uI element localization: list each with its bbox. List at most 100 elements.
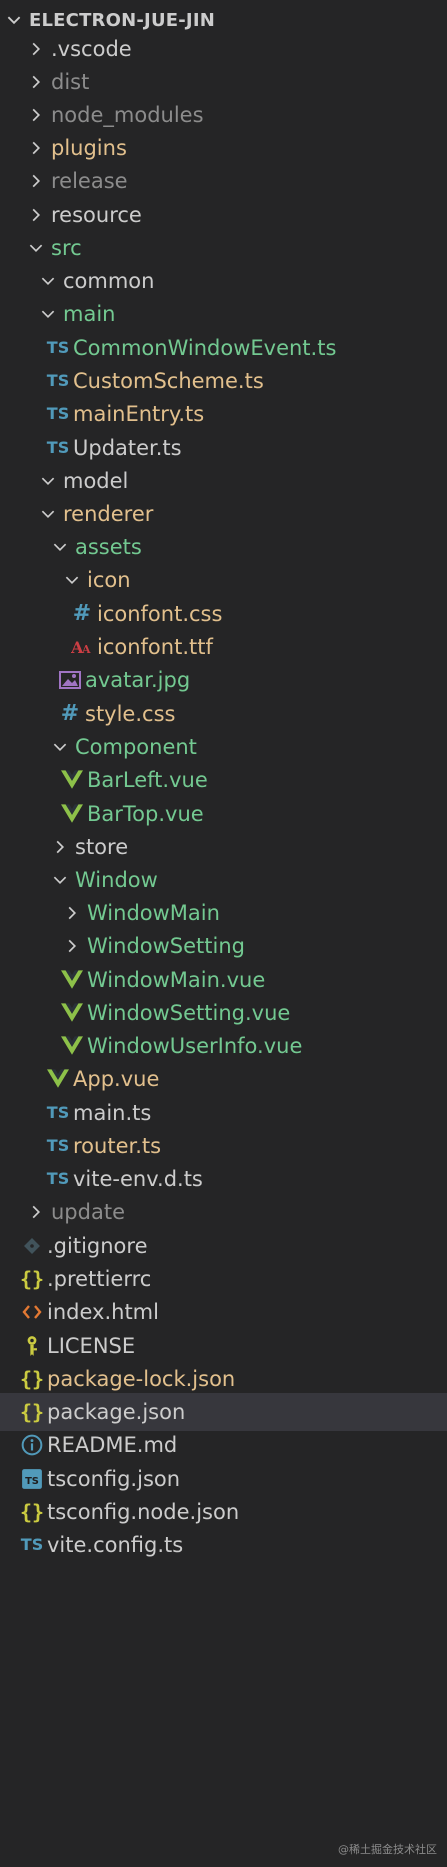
chevron-down-icon bbox=[36, 269, 60, 293]
tree-item-label: store bbox=[75, 834, 129, 859]
tree-item-label: icon bbox=[87, 567, 131, 592]
tree-item-label: WindowSetting bbox=[87, 933, 245, 958]
chevron-down-icon bbox=[36, 469, 60, 493]
tree-item-label: main bbox=[63, 301, 116, 326]
explorer-root-title: ELECTRON-JUE-JIN bbox=[29, 9, 215, 31]
tree-item-label: dist bbox=[51, 69, 90, 94]
typescript-icon: TS bbox=[46, 371, 70, 390]
tree-item-label: src bbox=[51, 235, 82, 260]
tree-item-label: style.css bbox=[85, 701, 176, 726]
json-braces-icon: {} bbox=[19, 1500, 45, 1524]
tree-item-label: vite.config.ts bbox=[47, 1532, 184, 1557]
tree-item-windowsetting[interactable]: WindowSetting bbox=[0, 927, 447, 965]
typescript-icon: TS bbox=[46, 338, 70, 357]
chevron-down-icon bbox=[48, 868, 72, 892]
vue-icon bbox=[60, 802, 84, 826]
tree-item-label: common bbox=[63, 268, 155, 293]
tree-item-label: index.html bbox=[47, 1299, 159, 1324]
vue-icon bbox=[60, 968, 84, 992]
tree-item-index-html[interactable]: index.html bbox=[0, 1293, 447, 1331]
tree-item-label: avatar.jpg bbox=[85, 667, 191, 692]
tree-item-readme-md[interactable]: README.md bbox=[0, 1426, 447, 1464]
chevron-right-icon bbox=[60, 901, 84, 925]
tree-item-label: tsconfig.node.json bbox=[47, 1499, 240, 1524]
tree-item-label: Window bbox=[75, 867, 158, 892]
vue-icon bbox=[60, 768, 84, 792]
typescript-icon: TS bbox=[46, 404, 70, 423]
tree-item-label: release bbox=[51, 168, 128, 193]
tree-item-label: WindowUserInfo.vue bbox=[87, 1033, 303, 1058]
vue-icon bbox=[60, 1034, 84, 1058]
tree-item-label: Updater.ts bbox=[73, 435, 182, 460]
chevron-right-icon bbox=[24, 1200, 48, 1224]
tree-item-label: router.ts bbox=[73, 1133, 162, 1158]
tree-item-label: iconfont.ttf bbox=[97, 634, 213, 659]
tree-item-label: package.json bbox=[47, 1399, 186, 1424]
chevron-right-icon bbox=[24, 169, 48, 193]
svg-text:TS: TS bbox=[25, 1476, 39, 1487]
html-icon bbox=[20, 1300, 44, 1324]
tree-item-label: vite-env.d.ts bbox=[73, 1166, 203, 1191]
tree-item-avatar-jpg[interactable]: avatar.jpg bbox=[0, 661, 447, 699]
tree-item-main[interactable]: main bbox=[0, 295, 447, 333]
git-icon bbox=[20, 1234, 44, 1258]
tree-item-label: main.ts bbox=[73, 1100, 152, 1125]
tree-item-label: resource bbox=[51, 202, 142, 227]
typescript-icon: TS bbox=[46, 1169, 70, 1188]
chevron-right-icon bbox=[24, 103, 48, 127]
chevron-down-icon bbox=[36, 302, 60, 326]
tree-item-label: mainEntry.ts bbox=[73, 401, 205, 426]
json-braces-icon: {} bbox=[19, 1400, 45, 1424]
chevron-down-icon bbox=[24, 236, 48, 260]
tree-item-label: node_modules bbox=[51, 102, 204, 127]
tree-item-label: BarLeft.vue bbox=[87, 767, 208, 792]
typescript-icon: TS bbox=[46, 438, 70, 457]
tree-item-label: App.vue bbox=[73, 1066, 160, 1091]
chevron-right-icon bbox=[24, 203, 48, 227]
chevron-right-icon bbox=[24, 37, 48, 61]
tree-item-vite-config-ts[interactable]: TS vite.config.ts bbox=[0, 1526, 447, 1564]
tree-item-label: README.md bbox=[47, 1432, 178, 1457]
json-braces-icon: {} bbox=[19, 1367, 45, 1391]
chevron-right-icon bbox=[24, 70, 48, 94]
tree-item-label: assets bbox=[75, 534, 142, 559]
file-explorer: ELECTRON-JUE-JIN .vscode dist node_modules… bbox=[0, 0, 447, 1867]
tree-item-label: .vscode bbox=[51, 36, 132, 61]
chevron-down-icon bbox=[60, 568, 84, 592]
css-icon: # bbox=[60, 701, 80, 726]
chevron-down-icon bbox=[48, 735, 72, 759]
tree-item-label: model bbox=[63, 468, 129, 493]
tree-item-label: WindowMain bbox=[87, 900, 220, 925]
tree-item-label: CustomScheme.ts bbox=[73, 368, 264, 393]
tree-item-label: .gitignore bbox=[47, 1233, 148, 1258]
image-icon bbox=[58, 668, 82, 692]
svg-text:A: A bbox=[81, 643, 91, 656]
typescript-icon: TS bbox=[46, 1136, 70, 1155]
tree-item-label: .prettierrc bbox=[47, 1266, 152, 1291]
tree-item-label: WindowMain.vue bbox=[87, 967, 266, 992]
info-icon bbox=[20, 1433, 44, 1457]
chevron-right-icon bbox=[48, 835, 72, 859]
tree-item-mainentry-ts[interactable]: TS mainEntry.ts bbox=[0, 395, 447, 433]
tsconfig-icon: TS bbox=[20, 1467, 44, 1491]
tree-item-label: plugins bbox=[51, 135, 127, 160]
font-file-icon: AA bbox=[70, 635, 94, 659]
tree-item-app-vue[interactable]: App.vue bbox=[0, 1060, 447, 1098]
json-braces-icon: {} bbox=[19, 1267, 45, 1291]
tree-item-label: package-lock.json bbox=[47, 1366, 236, 1391]
chevron-down-icon bbox=[36, 502, 60, 526]
css-icon: # bbox=[72, 601, 92, 626]
tree-item-label: iconfont.css bbox=[97, 601, 223, 626]
vue-icon bbox=[46, 1067, 70, 1091]
tree-item-label: LICENSE bbox=[47, 1333, 136, 1358]
chevron-right-icon bbox=[24, 136, 48, 160]
typescript-icon: TS bbox=[46, 1103, 70, 1122]
tree-item-icon[interactable]: icon bbox=[0, 561, 447, 599]
tree-item-barleft-vue[interactable]: BarLeft.vue bbox=[0, 761, 447, 799]
tree-item-update[interactable]: update bbox=[0, 1193, 447, 1231]
tree-item-label: renderer bbox=[63, 501, 154, 526]
tree-item-label: update bbox=[51, 1199, 125, 1224]
license-icon bbox=[20, 1334, 44, 1358]
tree-item-release[interactable]: release bbox=[0, 162, 447, 200]
tree-item-label: tsconfig.json bbox=[47, 1466, 181, 1491]
